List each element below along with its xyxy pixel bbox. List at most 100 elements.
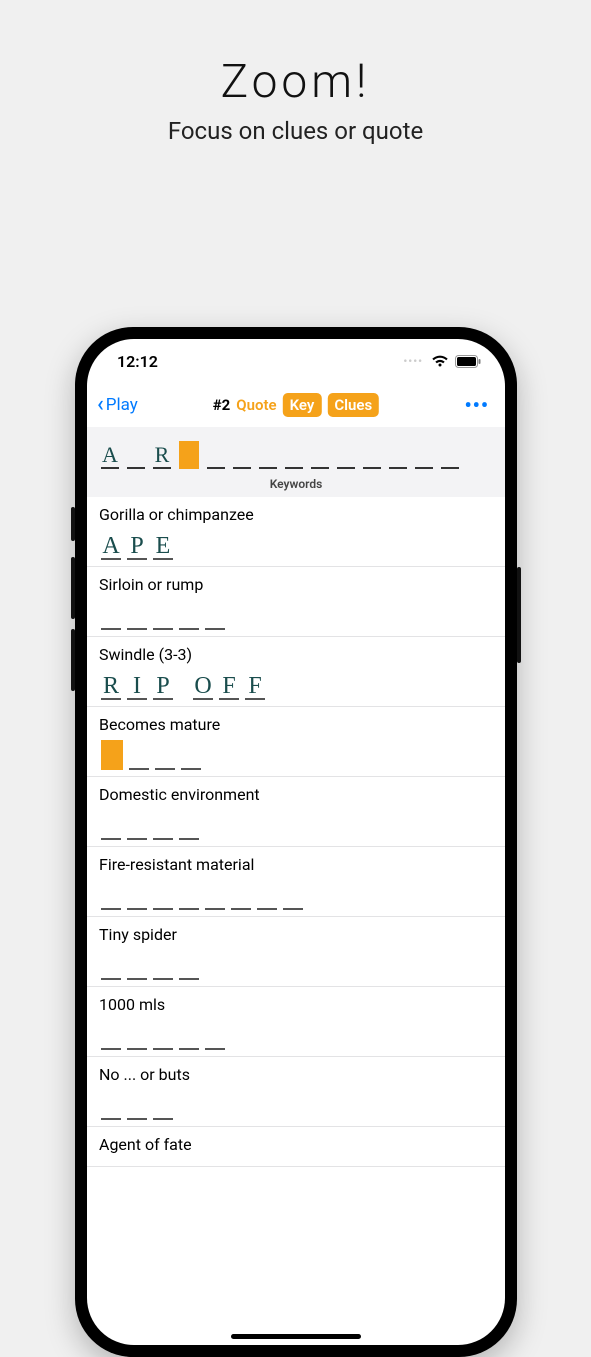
keyword-slot[interactable]	[389, 443, 407, 469]
answer-slot[interactable]	[153, 814, 173, 840]
keyword-slot[interactable]	[415, 443, 433, 469]
answer-slot[interactable]: P	[127, 534, 147, 560]
clue-text: Becomes mature	[99, 715, 493, 734]
answer-slot[interactable]	[153, 884, 173, 910]
answer-slot[interactable]	[179, 1024, 199, 1050]
phone-screen: 12:12 •••• ‹ Play #2 Quote Key Clues	[87, 339, 505, 1345]
answer-slot[interactable]	[101, 954, 121, 980]
answer-slot[interactable]	[101, 604, 121, 630]
clue-text: Gorilla or chimpanzee	[99, 505, 493, 524]
answer-slot[interactable]	[205, 604, 225, 630]
back-button[interactable]: ‹ Play	[97, 394, 138, 416]
answer-cursor-slot[interactable]	[101, 740, 123, 770]
answer-slot[interactable]	[205, 884, 225, 910]
clue-item[interactable]: Agent of fate	[87, 1127, 505, 1167]
keyword-slot[interactable]	[363, 443, 381, 469]
answer-slot[interactable]	[127, 954, 147, 980]
answer-slot[interactable]	[155, 744, 175, 770]
answer-row[interactable]	[101, 880, 493, 910]
answer-slot[interactable]: I	[127, 674, 147, 700]
tab-key[interactable]: Key	[283, 393, 322, 417]
answer-row[interactable]	[101, 950, 493, 980]
answer-slot[interactable]	[181, 744, 201, 770]
battery-icon	[455, 355, 481, 368]
answer-slot[interactable]	[127, 814, 147, 840]
phone-side-button	[71, 629, 75, 691]
answer-row[interactable]	[101, 1020, 493, 1050]
keyword-slot[interactable]	[337, 443, 355, 469]
answer-slot[interactable]: F	[245, 674, 265, 700]
answer-row[interactable]: RIPOFF	[101, 670, 493, 700]
clue-item[interactable]: Sirloin or rump	[87, 567, 505, 637]
answer-slot[interactable]	[179, 814, 199, 840]
answer-slot[interactable]	[153, 1024, 173, 1050]
clue-item[interactable]: Tiny spider	[87, 917, 505, 987]
answer-row[interactable]	[101, 740, 493, 770]
answer-slot[interactable]	[257, 884, 277, 910]
answer-row[interactable]	[101, 1090, 493, 1120]
keywords-section: AR Keywords	[87, 427, 505, 497]
answer-slot[interactable]	[153, 954, 173, 980]
answer-slot[interactable]	[231, 884, 251, 910]
answer-row[interactable]	[101, 600, 493, 630]
chevron-left-icon: ‹	[97, 394, 104, 416]
keywords-row[interactable]: AR	[101, 437, 491, 469]
more-button[interactable]: •••	[464, 393, 495, 417]
answer-slot[interactable]: P	[153, 674, 173, 700]
answer-slot[interactable]	[179, 604, 199, 630]
keyword-slot[interactable]	[311, 443, 329, 469]
phone-side-button	[517, 567, 521, 663]
keyword-slot[interactable]	[127, 443, 145, 469]
keyword-slot[interactable]	[441, 443, 459, 469]
answer-space	[179, 674, 187, 700]
tab-quote[interactable]: Quote	[236, 396, 276, 414]
clue-item[interactable]: Domestic environment	[87, 777, 505, 847]
clue-text: Domestic environment	[99, 785, 493, 804]
answer-slot[interactable]: F	[219, 674, 239, 700]
answer-slot[interactable]	[101, 814, 121, 840]
answer-slot[interactable]	[283, 884, 303, 910]
answer-slot[interactable]: O	[193, 674, 213, 700]
answer-slot[interactable]	[205, 1024, 225, 1050]
answer-row[interactable]: APE	[101, 530, 493, 560]
keyword-slot[interactable]	[207, 443, 225, 469]
keyword-slot[interactable]	[285, 443, 303, 469]
answer-slot[interactable]	[179, 884, 199, 910]
clue-item[interactable]: Becomes mature	[87, 707, 505, 777]
tab-clues[interactable]: Clues	[327, 393, 379, 417]
clue-item[interactable]: No ... or buts	[87, 1057, 505, 1127]
answer-slot[interactable]	[101, 884, 121, 910]
home-indicator[interactable]	[231, 1334, 361, 1339]
keyword-slot[interactable]: R	[153, 443, 171, 469]
clue-text: 1000 mls	[99, 995, 493, 1014]
answer-slot[interactable]	[127, 604, 147, 630]
answer-slot[interactable]: A	[101, 534, 121, 560]
answer-slot[interactable]	[153, 604, 173, 630]
clue-list[interactable]: Gorilla or chimpanzeeAPESirloin or rumpS…	[87, 497, 505, 1345]
answer-slot[interactable]	[127, 1024, 147, 1050]
promo-subtitle: Focus on clues or quote	[0, 117, 591, 145]
phone-side-button	[71, 557, 75, 619]
clue-item[interactable]: Swindle (3-3)RIPOFF	[87, 637, 505, 707]
clue-text: Agent of fate	[99, 1135, 493, 1154]
answer-slot[interactable]	[127, 1094, 147, 1120]
clue-item[interactable]: Fire-resistant material	[87, 847, 505, 917]
wifi-icon	[431, 354, 449, 368]
keyword-slot[interactable]	[259, 443, 277, 469]
answer-slot[interactable]	[179, 954, 199, 980]
keyword-slot[interactable]	[233, 443, 251, 469]
answer-slot[interactable]	[129, 744, 149, 770]
answer-slot[interactable]	[153, 1094, 173, 1120]
keyword-slot[interactable]: A	[101, 443, 119, 469]
answer-row[interactable]	[101, 810, 493, 840]
answer-slot[interactable]	[101, 1094, 121, 1120]
answer-slot[interactable]	[127, 884, 147, 910]
back-label: Play	[106, 395, 138, 415]
clue-item[interactable]: 1000 mls	[87, 987, 505, 1057]
clue-text: No ... or buts	[99, 1065, 493, 1084]
answer-slot[interactable]: R	[101, 674, 121, 700]
clue-item[interactable]: Gorilla or chimpanzee APE	[87, 497, 505, 567]
keyword-cursor-slot[interactable]	[179, 441, 199, 469]
answer-slot[interactable]: E	[153, 534, 173, 560]
answer-slot[interactable]	[101, 1024, 121, 1050]
